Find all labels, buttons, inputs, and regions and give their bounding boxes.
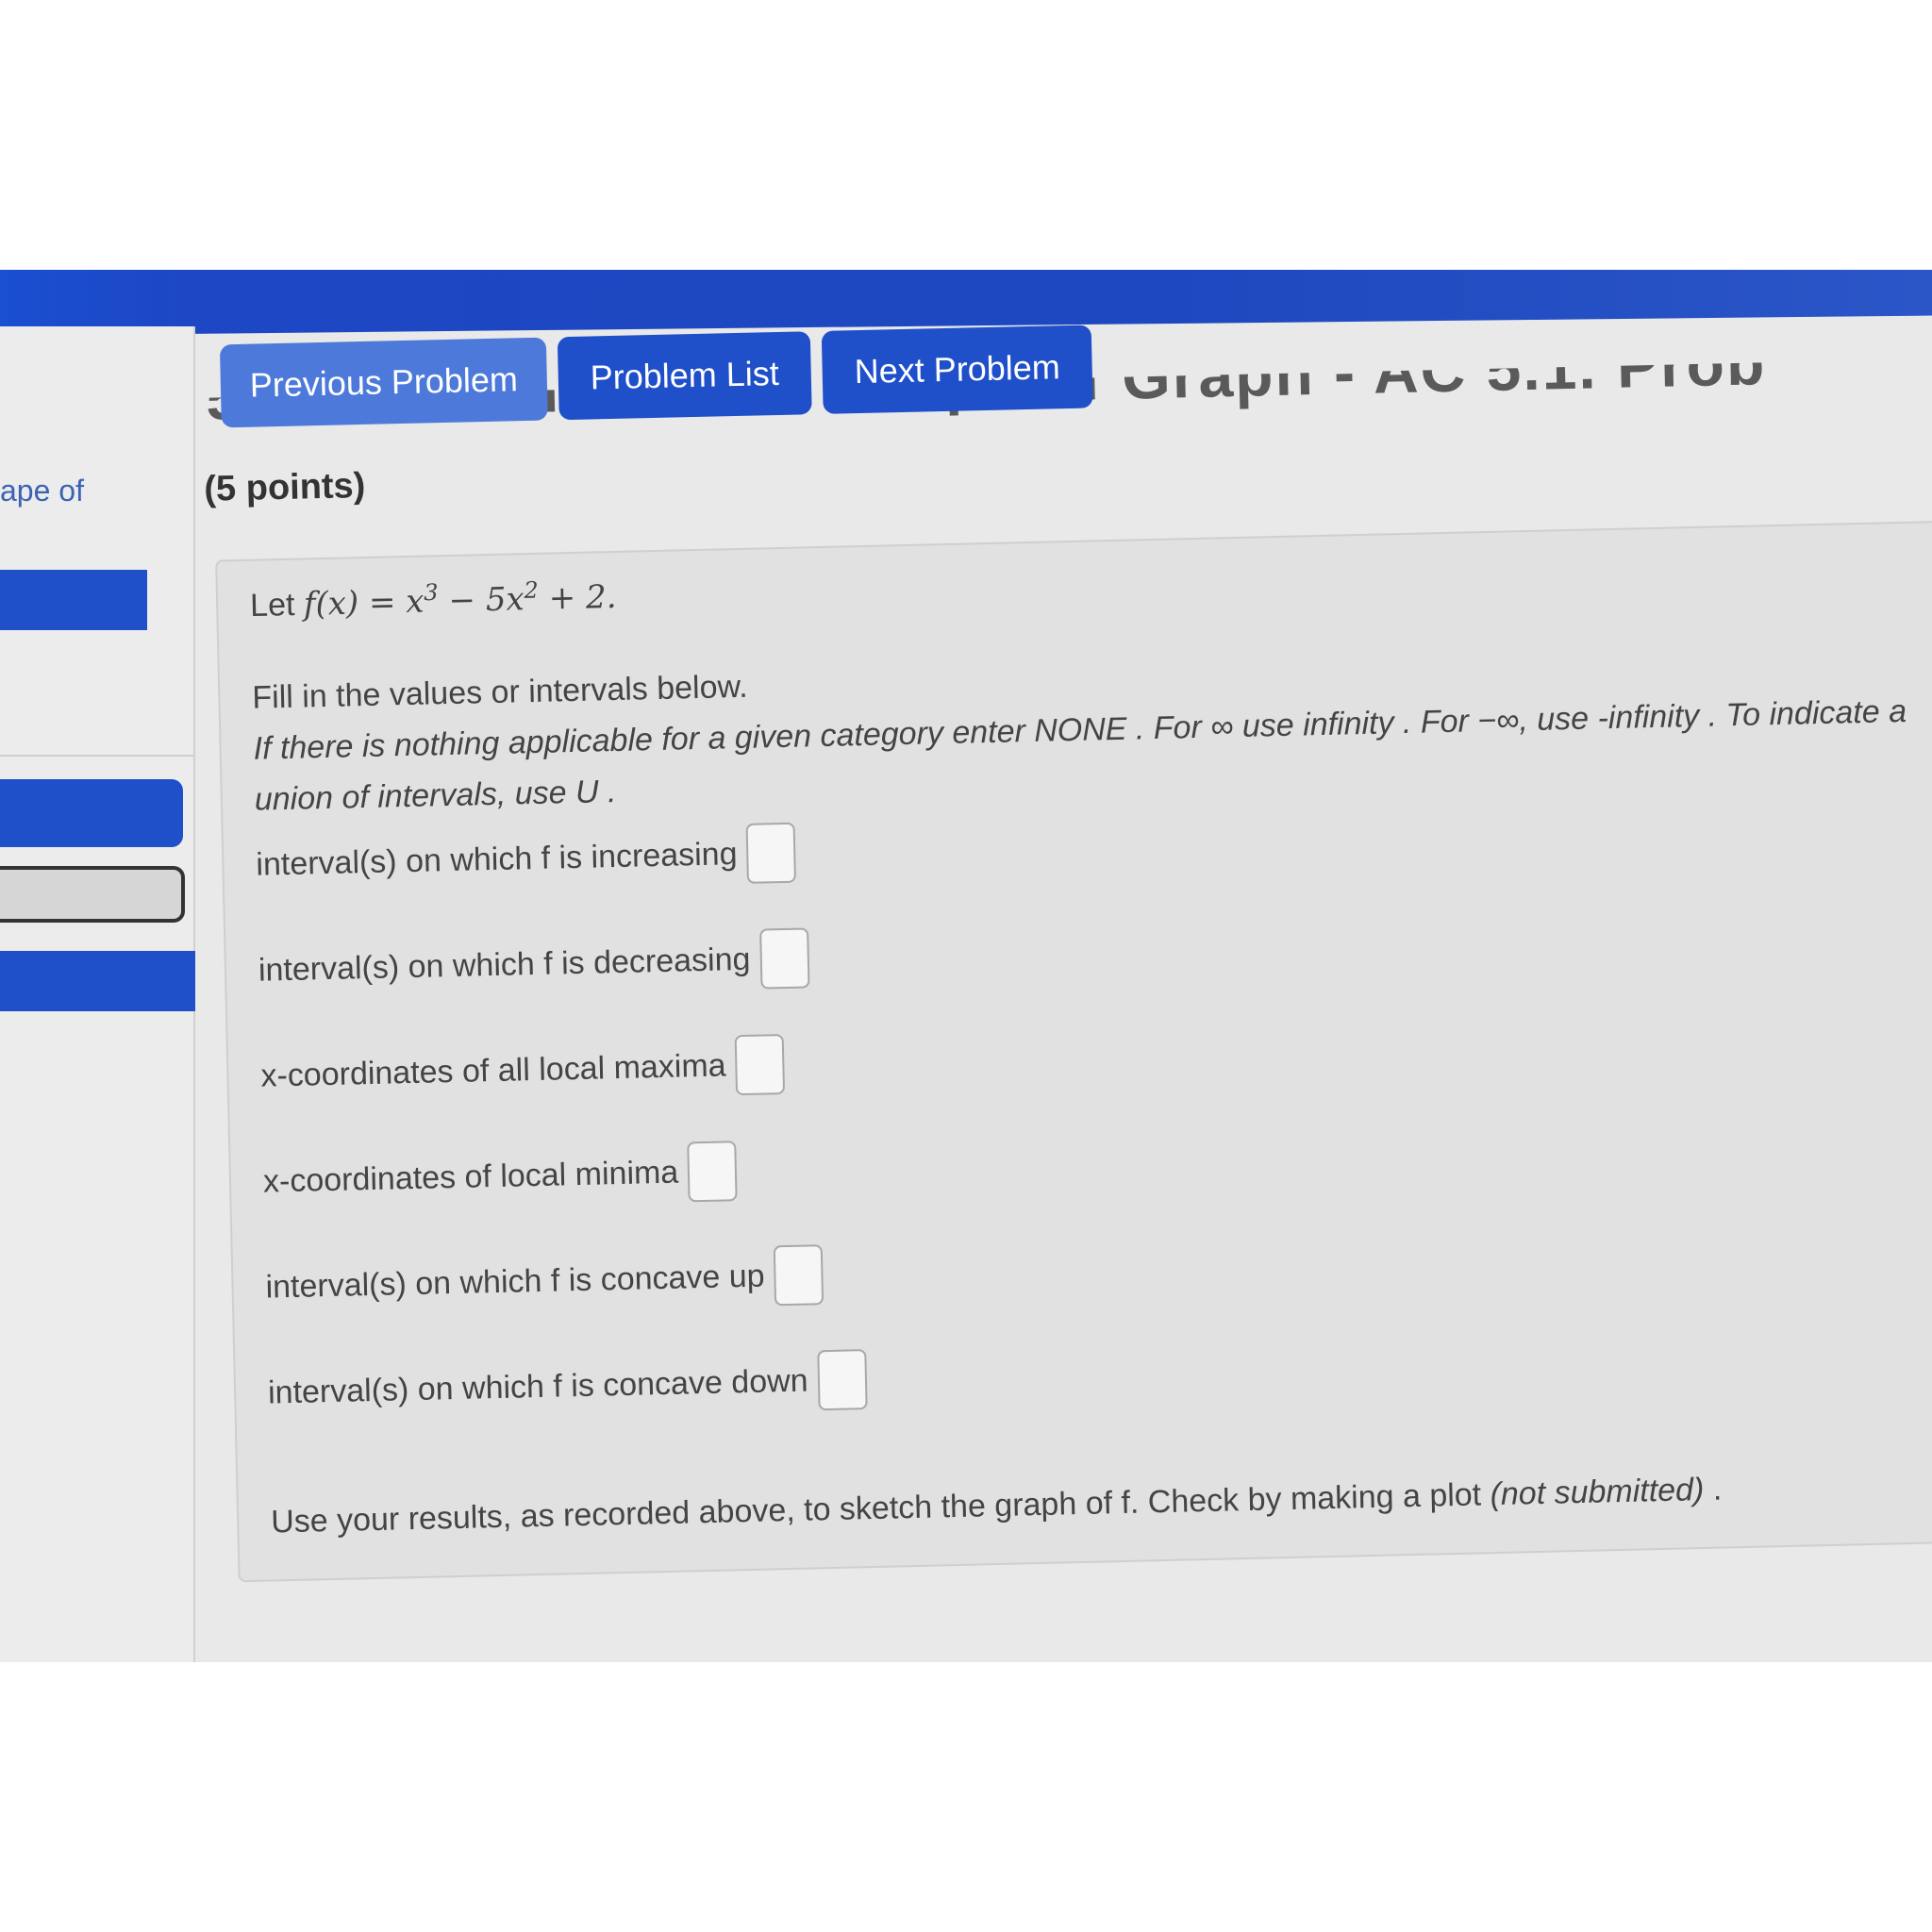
- sidebar-link-partial[interactable]: ape of: [0, 474, 84, 508]
- field-row-concave-down: interval(s) on which f is concave down: [267, 1349, 868, 1423]
- local-maxima-input[interactable]: [734, 1034, 786, 1096]
- sidebar-button-4[interactable]: [0, 951, 195, 1011]
- problem-list-button[interactable]: Problem List: [557, 331, 812, 421]
- field-label: interval(s) on which f is increasing: [255, 835, 738, 883]
- sidebar: ape of: [0, 326, 195, 1662]
- field-row-concave-up: interval(s) on which f is concave up: [265, 1244, 824, 1317]
- sidebar-button-2[interactable]: [0, 779, 183, 847]
- function-lhs: f(x) =: [303, 583, 407, 624]
- field-row-decreasing: interval(s) on which f is decreasing: [258, 927, 810, 1000]
- decreasing-input[interactable]: [758, 927, 810, 990]
- function-rhs: x3 − 5x2 + 2.: [405, 576, 617, 622]
- screen: ape of 5.1 Derivatives and Shape of Grap…: [0, 270, 1932, 1662]
- closing-note: (not submitted): [1490, 1472, 1705, 1513]
- next-problem-button[interactable]: Next Problem: [821, 325, 1093, 414]
- field-label: interval(s) on which f is concave up: [265, 1257, 765, 1306]
- field-label: x-coordinates of local minima: [262, 1154, 679, 1200]
- closing-text: Use your results, as recorded above, to …: [270, 1476, 1482, 1541]
- field-row-increasing: interval(s) on which f is increasing: [255, 822, 797, 895]
- field-label: x-coordinates of all local maxima: [260, 1046, 726, 1094]
- function-definition: Let f(x) = x3 − 5x2 + 2.: [250, 575, 617, 625]
- previous-problem-button[interactable]: Previous Problem: [219, 337, 548, 428]
- concave-down-input[interactable]: [816, 1349, 868, 1411]
- sidebar-divider: [0, 755, 193, 757]
- main-content: 5.1 Derivatives and Shape of Graph - AC …: [194, 270, 1932, 1662]
- field-row-local-minima: x-coordinates of local minima: [262, 1141, 738, 1211]
- field-row-local-maxima: x-coordinates of all local maxima: [260, 1034, 786, 1107]
- concave-up-input[interactable]: [773, 1244, 824, 1307]
- field-label: interval(s) on which f is decreasing: [258, 941, 751, 989]
- sidebar-button-1[interactable]: [0, 570, 147, 630]
- problem-body: Let f(x) = x3 − 5x2 + 2. Fill in the val…: [215, 520, 1932, 1583]
- closing-instructions: Use your results, as recorded above, to …: [271, 1472, 1723, 1541]
- let-text: Let: [249, 586, 295, 625]
- points-label: (5 points): [203, 465, 366, 509]
- local-minima-input[interactable]: [687, 1141, 738, 1203]
- sidebar-button-3[interactable]: [0, 866, 185, 923]
- closing-end: .: [1703, 1471, 1723, 1508]
- increasing-input[interactable]: [745, 822, 797, 884]
- field-label: interval(s) on which f is concave down: [267, 1362, 808, 1411]
- instructions: Fill in the values or intervals below. I…: [252, 634, 1932, 824]
